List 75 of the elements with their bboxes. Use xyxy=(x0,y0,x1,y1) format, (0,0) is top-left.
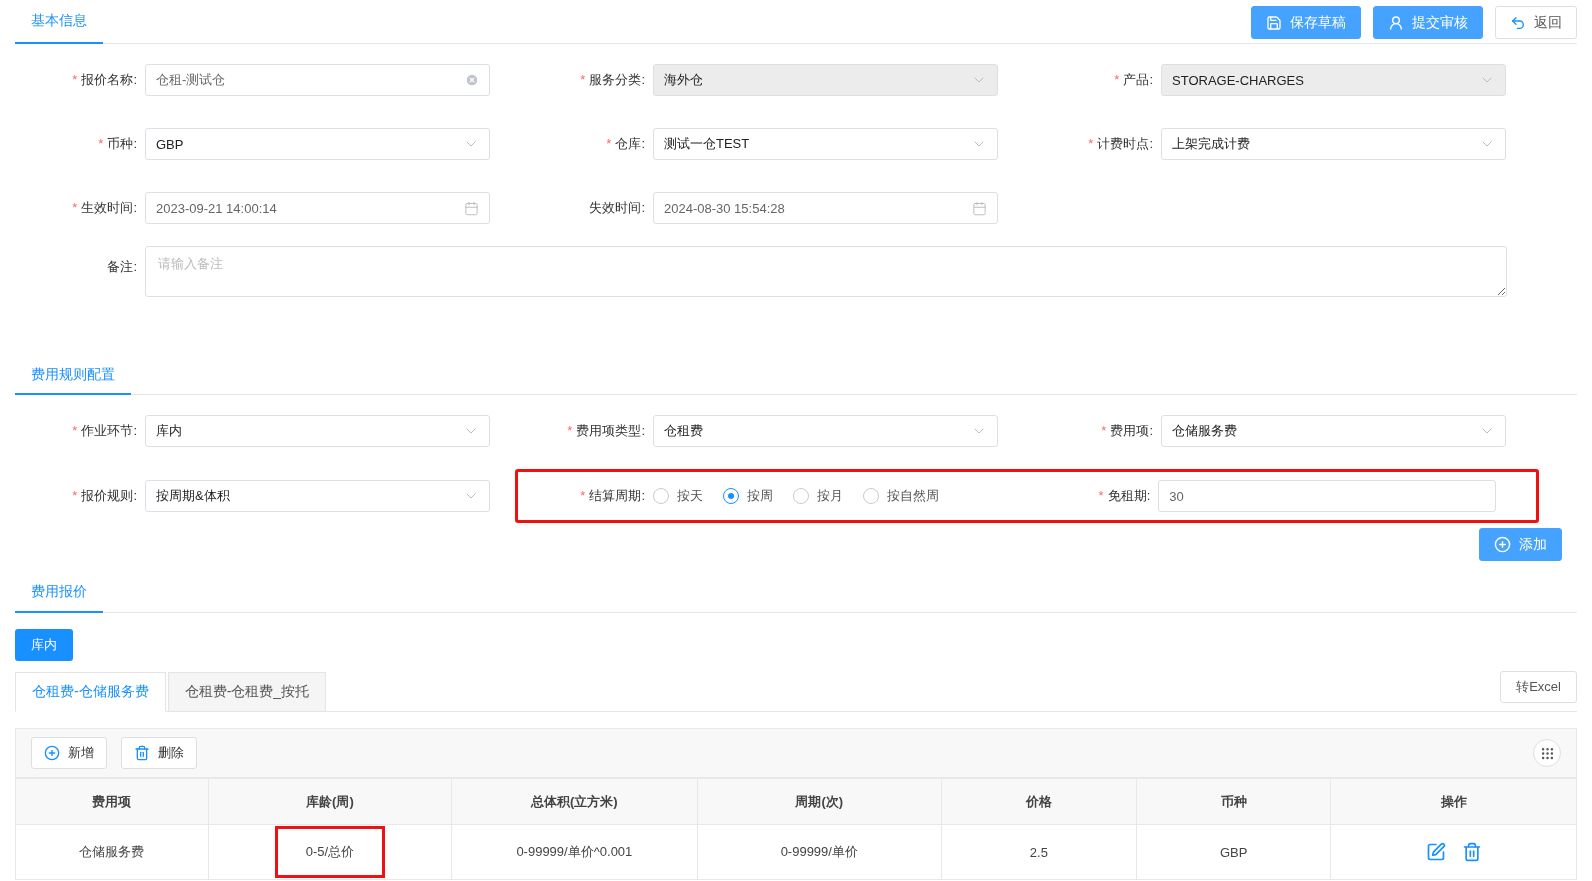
table-cell: 0-5/总价 xyxy=(274,826,386,878)
delete-icon[interactable] xyxy=(1461,842,1482,862)
table-cell-text: 0-99999/单价^0.001 xyxy=(515,843,634,861)
add-icon xyxy=(44,745,60,761)
select-field[interactable]: 仓租费 xyxy=(653,415,998,447)
required-mark: * xyxy=(1098,488,1104,503)
required-mark: * xyxy=(72,72,78,87)
required-mark: * xyxy=(1101,423,1107,438)
column-header: 库龄(周) xyxy=(208,778,452,825)
select-field[interactable]: GBP xyxy=(145,128,490,160)
back-button[interactable]: 返回 xyxy=(1495,6,1577,39)
table-cell-text: 0-99999/单价 xyxy=(779,843,859,861)
field-label: 仓库: xyxy=(615,136,645,151)
required-mark: * xyxy=(72,423,78,438)
add-button[interactable]: 新增 xyxy=(31,737,107,769)
sub-tab[interactable]: 仓租费-仓租费_按托 xyxy=(167,672,327,712)
select-field[interactable]: 测试一仓TEST xyxy=(653,128,998,160)
field-label: 结算周期: xyxy=(589,488,645,503)
field-label: 币种: xyxy=(107,136,137,151)
column-header: 周期(次) xyxy=(697,778,942,825)
table-cell-text: GBP xyxy=(1218,843,1249,862)
field-label: 产品: xyxy=(1123,72,1153,87)
required-mark: * xyxy=(72,200,78,215)
field-label: 费用项: xyxy=(1110,423,1153,438)
field-label: 备注: xyxy=(107,259,137,274)
radio-option[interactable]: 按月 xyxy=(793,487,843,505)
table-cell-text: 仓储服务费 xyxy=(78,843,146,861)
field-label: 作业环节: xyxy=(81,423,137,438)
clear-icon[interactable] xyxy=(465,73,479,87)
required-mark: * xyxy=(1088,136,1094,151)
radio-option[interactable]: 按自然周 xyxy=(863,487,939,505)
column-settings-button[interactable] xyxy=(1533,739,1561,767)
field-label: 费用项类型: xyxy=(576,423,645,438)
export-excel-button[interactable]: 转Excel xyxy=(1500,671,1577,703)
text-field[interactable]: 仓租-测试仓 xyxy=(145,64,490,96)
column-header: 币种 xyxy=(1136,778,1331,825)
submit-icon xyxy=(1388,14,1404,31)
select-field[interactable]: 仓储服务费 xyxy=(1161,415,1506,447)
select-field[interactable]: 按周期&体积 xyxy=(145,480,490,512)
required-mark: * xyxy=(606,136,612,151)
column-header: 总体积(立方米) xyxy=(451,778,698,825)
select-field[interactable]: 上架完成计费 xyxy=(1161,128,1506,160)
required-mark: * xyxy=(580,488,586,503)
plus-circle-icon xyxy=(1494,536,1511,553)
field-label: 报价名称: xyxy=(81,72,137,87)
required-mark: * xyxy=(1114,72,1120,87)
column-header: 价格 xyxy=(941,778,1137,825)
column-header: 操作 xyxy=(1331,778,1577,825)
text-field[interactable]: 30 xyxy=(1158,480,1496,512)
field-label: 计费时点: xyxy=(1097,136,1153,151)
field-label: 报价规则: xyxy=(81,488,137,503)
delete-icon xyxy=(134,745,150,761)
date-field[interactable]: 2023-09-21 14:00:14 xyxy=(145,192,490,224)
required-mark: * xyxy=(580,72,586,87)
save-icon xyxy=(1266,14,1282,31)
radio-option[interactable]: 按天 xyxy=(653,487,703,505)
required-mark: * xyxy=(567,423,573,438)
edit-icon[interactable] xyxy=(1425,842,1446,862)
select-field[interactable]: 库内 xyxy=(145,415,490,447)
required-mark: * xyxy=(72,488,78,503)
remarks-field[interactable]: 请输入备注 xyxy=(145,246,1507,297)
field-label: 生效时间: xyxy=(81,200,137,215)
field-label: 服务分类: xyxy=(589,72,645,87)
back-icon xyxy=(1510,14,1526,31)
required-mark: * xyxy=(98,136,104,151)
radio-option[interactable]: 按周 xyxy=(723,487,773,505)
date-field[interactable]: 2024-08-30 15:54:28 xyxy=(653,192,998,224)
column-header: 费用项 xyxy=(15,778,209,825)
field-label: 失效时间: xyxy=(589,200,645,215)
table-cell-text: 2.5 xyxy=(1028,843,1049,862)
calendar-icon xyxy=(972,200,987,216)
calendar-icon xyxy=(464,200,479,216)
field-label: 免租期: xyxy=(1107,488,1151,503)
delete-button[interactable]: 删除 xyxy=(121,737,197,769)
grid-dots-icon xyxy=(1539,745,1555,761)
